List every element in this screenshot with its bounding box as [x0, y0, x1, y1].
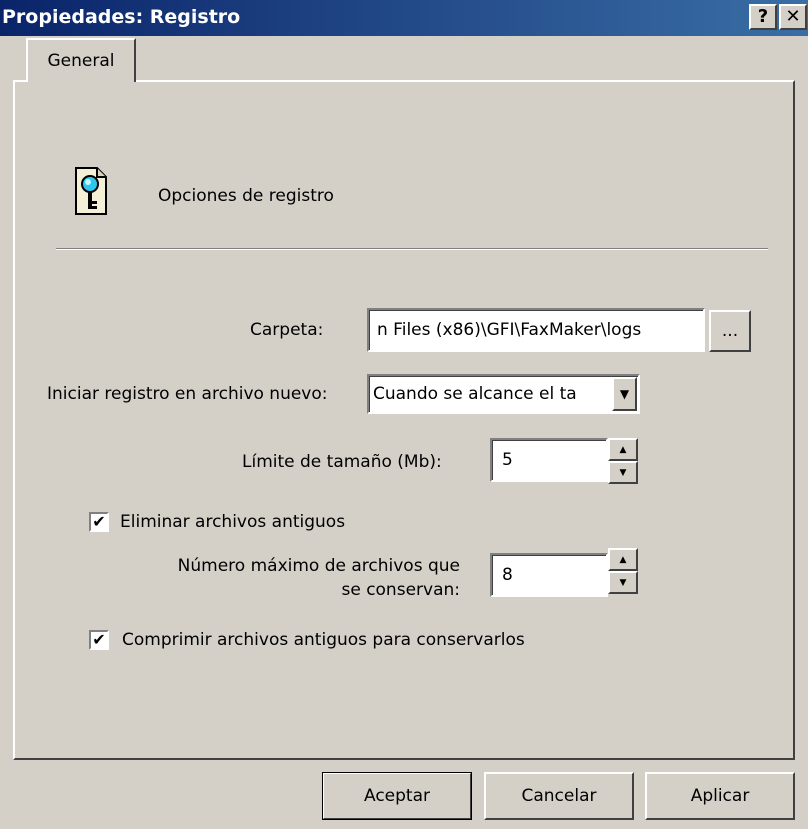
cancel-button[interactable]: Cancelar — [484, 772, 634, 820]
compress-old-label: Comprimir archivos antiguos para conserv… — [122, 630, 525, 650]
max-files-label-line1: Número máximo de archivos que — [177, 556, 460, 576]
delete-old-label: Eliminar archivos antiguos — [120, 512, 346, 532]
folder-label: Carpeta: — [250, 320, 324, 340]
folder-value: n Files (x86)\GFI\FaxMaker\logs — [377, 320, 642, 340]
new-log-value: Cuando se alcance el ta — [373, 384, 577, 404]
check-icon: ✔ — [92, 512, 106, 531]
ok-button[interactable]: Aceptar — [322, 772, 472, 820]
spin-down-icon[interactable]: ▼ — [608, 461, 638, 484]
max-files-spinner[interactable]: ▲ ▼ — [608, 548, 638, 594]
section-title: Opciones de registro — [158, 186, 334, 206]
spin-down-icon[interactable]: ▼ — [608, 571, 638, 594]
close-button[interactable]: ✕ — [779, 4, 807, 30]
spin-up-icon[interactable]: ▲ — [608, 548, 638, 571]
max-files-value: 8 — [502, 565, 513, 585]
compress-old-checkbox[interactable]: ✔ — [89, 630, 109, 650]
new-log-label: Iniciar registro en archivo nuevo: — [47, 384, 328, 404]
delete-old-checkbox[interactable]: ✔ — [89, 512, 109, 532]
size-limit-value: 5 — [502, 450, 513, 470]
new-log-select[interactable]: Cuando se alcance el ta — [367, 374, 640, 414]
size-limit-input[interactable]: 5 — [490, 438, 608, 482]
tab-general[interactable]: General — [26, 38, 136, 82]
tab-panel — [13, 80, 795, 760]
tab-general-label: General — [47, 51, 115, 71]
title-bar: Propiedades: Registro ? ✕ — [0, 0, 808, 36]
browse-button[interactable]: ... — [709, 310, 751, 352]
size-limit-label: Límite de tamaño (Mb): — [242, 452, 442, 472]
window-title: Propiedades: Registro — [2, 6, 241, 28]
folder-input[interactable]: n Files (x86)\GFI\FaxMaker\logs — [367, 308, 705, 352]
max-files-label: Número máximo de archivos que se conserv… — [120, 554, 460, 602]
max-files-input[interactable]: 8 — [490, 553, 608, 597]
spin-up-icon[interactable]: ▲ — [608, 438, 638, 461]
help-button[interactable]: ? — [749, 4, 777, 30]
max-files-label-line2: se conservan: — [341, 580, 460, 600]
size-limit-spinner[interactable]: ▲ ▼ — [608, 438, 638, 484]
log-document-icon — [73, 165, 109, 217]
apply-button[interactable]: Aplicar — [645, 772, 795, 820]
check-icon: ✔ — [92, 630, 106, 649]
separator — [56, 248, 768, 250]
chevron-down-icon[interactable]: ▼ — [612, 377, 637, 411]
